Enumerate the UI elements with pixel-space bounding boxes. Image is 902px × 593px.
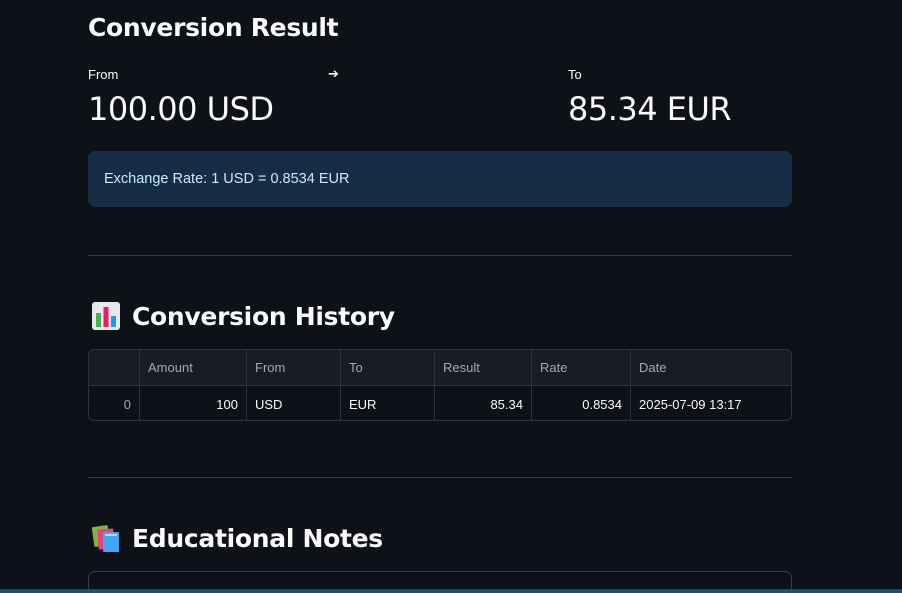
divider — [88, 477, 792, 478]
history-table[interactable]: Amount From To Result Rate Date 0 100 US… — [88, 349, 792, 421]
amount-cell[interactable]: 100 — [140, 386, 247, 420]
table-header-row: Amount From To Result Rate Date — [89, 350, 791, 386]
column-header-amount[interactable]: Amount — [140, 350, 247, 385]
to-label: To — [568, 67, 582, 82]
conversion-result-title: Conversion Result — [88, 13, 339, 42]
from-value: 100.00 USD — [88, 90, 274, 128]
exchange-rate-info: Exchange Rate: 1 USD = 0.8534 EUR — [88, 151, 792, 207]
row-index-cell[interactable]: 0 — [89, 386, 140, 420]
column-header-result[interactable]: Result — [435, 350, 532, 385]
divider — [88, 255, 792, 256]
result-cell[interactable]: 85.34 — [435, 386, 532, 420]
educational-notes-title: Educational Notes — [132, 523, 383, 553]
column-header-date[interactable]: Date — [631, 350, 791, 385]
to-metric: To 85.34 EUR — [568, 67, 732, 128]
conversion-history-title: Conversion History — [132, 301, 395, 331]
books-icon — [90, 522, 122, 554]
from-cell[interactable]: USD — [247, 386, 341, 420]
column-header-to[interactable]: To — [341, 350, 435, 385]
column-header-from[interactable]: From — [247, 350, 341, 385]
arrow-right-icon: ➔ — [328, 66, 339, 81]
to-cell[interactable]: EUR — [341, 386, 435, 420]
bar-chart-icon — [90, 300, 122, 332]
date-cell[interactable]: 2025-07-09 13:17 — [631, 386, 791, 420]
app-page: Conversion Result From 100.00 USD ➔ To 8… — [0, 0, 902, 593]
conversion-history-heading: Conversion History — [90, 300, 395, 332]
to-value: 85.34 EUR — [568, 90, 732, 128]
exchange-rate-text: Exchange Rate: 1 USD = 0.8534 EUR — [104, 171, 350, 187]
educational-notes-heading: Educational Notes — [90, 522, 383, 554]
from-label: From — [88, 67, 119, 82]
column-header-rate[interactable]: Rate — [532, 350, 631, 385]
rate-cell[interactable]: 0.8534 — [532, 386, 631, 420]
bottom-status-bar — [0, 589, 902, 593]
from-metric: From 100.00 USD — [88, 67, 274, 128]
table-row[interactable]: 0 100 USD EUR 85.34 0.8534 2025-07-09 13… — [89, 386, 791, 420]
column-header-index[interactable] — [89, 350, 140, 385]
